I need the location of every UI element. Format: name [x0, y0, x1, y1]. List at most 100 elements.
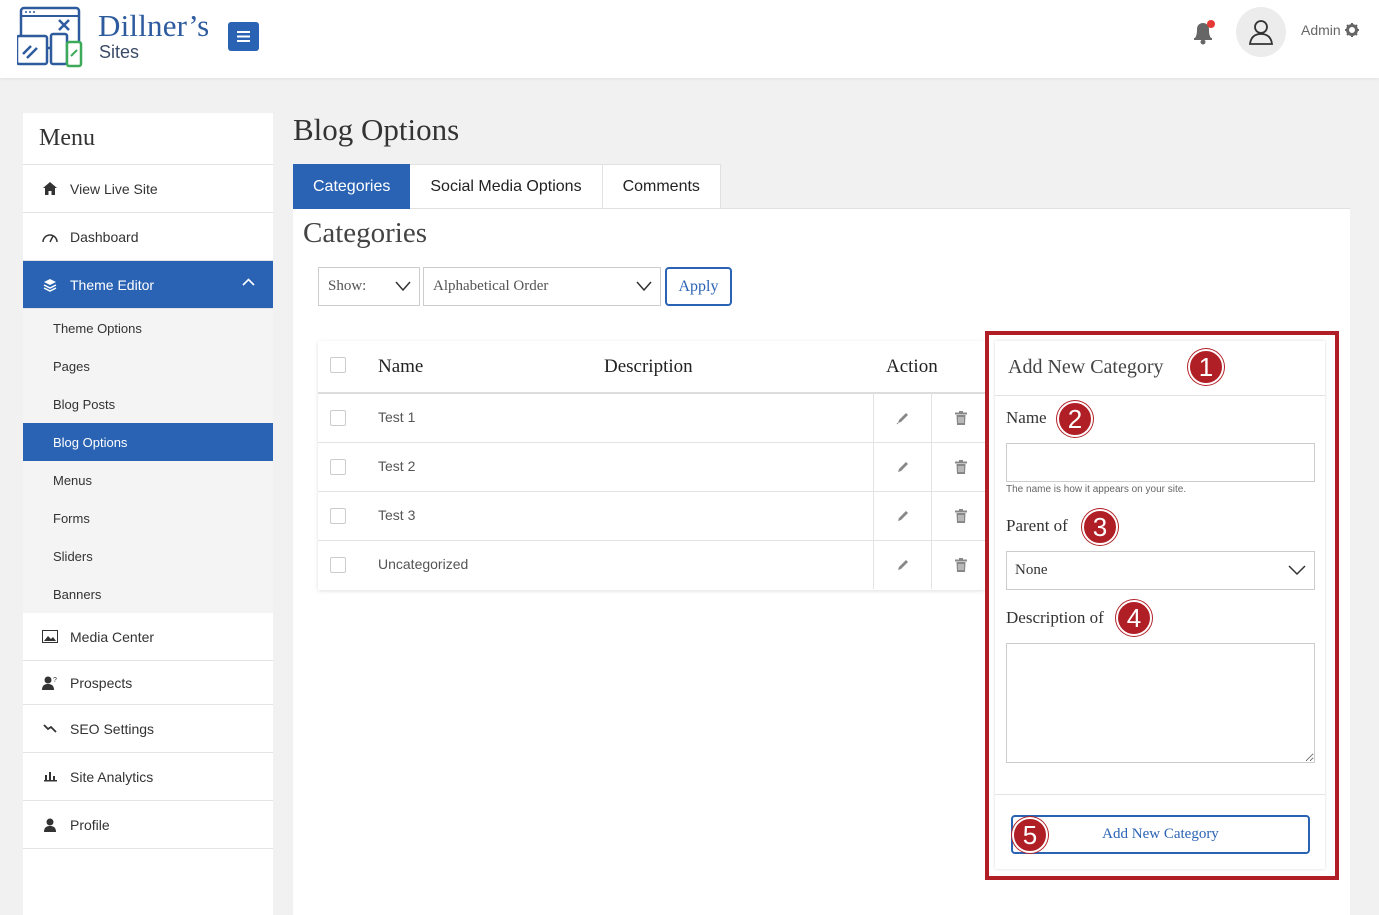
sort-order-value: Alphabetical Order — [433, 278, 549, 294]
table-row: Test 3 — [318, 492, 985, 541]
edit-button[interactable] — [873, 443, 931, 491]
admin-label: Admin — [1301, 22, 1341, 38]
trash-icon — [954, 411, 967, 425]
sidebar-subitem-pages[interactable]: Pages — [23, 347, 273, 385]
tab-social-media-options[interactable]: Social Media Options — [410, 164, 603, 209]
delete-button[interactable] — [931, 394, 989, 442]
notification-bell-icon[interactable] — [1191, 18, 1217, 46]
user-outline-icon — [1248, 20, 1274, 45]
sidebar-item-site-analytics[interactable]: Site Analytics — [23, 753, 273, 801]
callout-badge: 4 — [1116, 600, 1152, 636]
edit-button[interactable] — [873, 492, 931, 540]
pencil-icon — [897, 511, 908, 521]
chevron-down-icon — [395, 281, 411, 292]
table-row: Uncategorized — [318, 541, 985, 590]
bar-chart-icon — [42, 769, 58, 785]
callout-badge: 2 — [1057, 401, 1093, 437]
delete-button[interactable] — [931, 492, 989, 540]
edit-button[interactable] — [873, 541, 931, 589]
user-question-icon: ? — [42, 675, 58, 691]
sidebar-title: Menu — [23, 113, 273, 165]
menu-toggle-button[interactable] — [228, 22, 259, 51]
sidebar-item-profile[interactable]: Profile — [23, 801, 273, 849]
trend-icon — [42, 721, 58, 737]
row-checkbox[interactable] — [330, 508, 346, 524]
edit-button[interactable] — [873, 394, 931, 442]
trash-icon — [954, 558, 967, 572]
pencil-icon — [897, 560, 908, 570]
sort-order-select[interactable]: Alphabetical Order — [423, 267, 661, 306]
category-name: Test 1 — [378, 409, 416, 425]
sidebar-item-label: Prospects — [70, 674, 133, 691]
sidebar-item-dashboard[interactable]: Dashboard — [23, 213, 273, 261]
image-icon — [42, 629, 58, 645]
pencil-icon — [896, 413, 908, 425]
sidebar-item-label: Dashboard — [70, 228, 139, 245]
sidebar-item-media-center[interactable]: Media Center — [23, 613, 273, 661]
column-header-action: Action — [886, 356, 938, 377]
column-header-name: Name — [378, 356, 424, 377]
top-header: Dillner’s Sites Admin — [0, 0, 1379, 78]
trash-icon — [954, 509, 967, 523]
sidebar-item-label: SEO Settings — [70, 720, 155, 737]
sidebar-subitem-sliders[interactable]: Sliders — [23, 537, 273, 575]
category-name: Test 2 — [378, 458, 416, 474]
trash-icon — [954, 460, 967, 474]
category-name: Test 3 — [378, 507, 416, 523]
sidebar-item-view-live-site[interactable]: View Live Site — [23, 165, 273, 213]
tab-bar: Categories Social Media Options Comments — [293, 164, 721, 209]
avatar[interactable] — [1236, 7, 1286, 57]
sidebar-item-label: Site Analytics — [70, 768, 154, 785]
highlight-box — [985, 331, 1339, 880]
pencil-icon — [897, 462, 908, 472]
callout-badge: 5 — [1012, 817, 1048, 853]
delete-button[interactable] — [931, 541, 989, 589]
admin-menu[interactable]: Admin — [1301, 22, 1359, 38]
table-row: Test 1 — [318, 394, 985, 443]
apply-button[interactable]: Apply — [665, 267, 732, 306]
sidebar: Menu View Live Site Dashboard Theme Edit… — [23, 113, 273, 915]
section-title: Categories — [303, 217, 428, 249]
sidebar-subitem-blog-posts[interactable]: Blog Posts — [23, 385, 273, 423]
tab-comments[interactable]: Comments — [602, 164, 721, 209]
select-all-checkbox[interactable] — [330, 357, 346, 373]
chevron-up-icon — [242, 278, 255, 286]
sidebar-item-label: View Live Site — [70, 180, 158, 197]
home-icon — [42, 181, 58, 197]
callout-badge: 1 — [1188, 349, 1224, 385]
gear-icon — [1344, 23, 1359, 37]
show-select[interactable]: Show: — [318, 267, 420, 306]
sidebar-subitem-theme-options[interactable]: Theme Options — [23, 309, 273, 347]
category-name: Uncategorized — [378, 556, 469, 572]
sidebar-item-seo-settings[interactable]: SEO Settings — [23, 705, 273, 753]
hamburger-icon — [237, 31, 250, 42]
sidebar-item-label: Theme Editor — [70, 276, 155, 293]
dashboard-gauge-icon — [42, 229, 58, 245]
sidebar-item-label: Media Center — [70, 628, 155, 645]
sidebar-item-label: Profile — [70, 816, 110, 833]
table-header: Name Description Action — [318, 341, 985, 394]
sidebar-subitem-menus[interactable]: Menus — [23, 461, 273, 499]
svg-text:?: ? — [53, 677, 57, 684]
categories-table: Name Description Action Test 1 Test 2 Te… — [318, 341, 985, 590]
sidebar-item-prospects[interactable]: ? Prospects — [23, 661, 273, 705]
sidebar-subitem-forms[interactable]: Forms — [23, 499, 273, 537]
column-header-description: Description — [604, 356, 693, 377]
row-checkbox[interactable] — [330, 459, 346, 475]
sidebar-subitem-banners[interactable]: Banners — [23, 575, 273, 613]
user-icon — [42, 817, 58, 833]
brand-name: Dillner’s — [98, 8, 210, 43]
show-select-value: Show: — [328, 278, 367, 294]
table-row: Test 2 — [318, 443, 985, 492]
tab-categories[interactable]: Categories — [293, 164, 411, 209]
row-checkbox[interactable] — [330, 557, 346, 573]
logo-icon — [17, 6, 83, 68]
page-title: Blog Options — [293, 112, 460, 147]
delete-button[interactable] — [931, 443, 989, 491]
sidebar-item-theme-editor[interactable]: Theme Editor — [23, 261, 273, 309]
chevron-down-icon — [636, 281, 652, 292]
sidebar-subitem-blog-options[interactable]: Blog Options — [23, 423, 273, 461]
callout-badge: 3 — [1082, 509, 1118, 545]
layers-icon — [42, 277, 58, 293]
row-checkbox[interactable] — [330, 410, 346, 426]
